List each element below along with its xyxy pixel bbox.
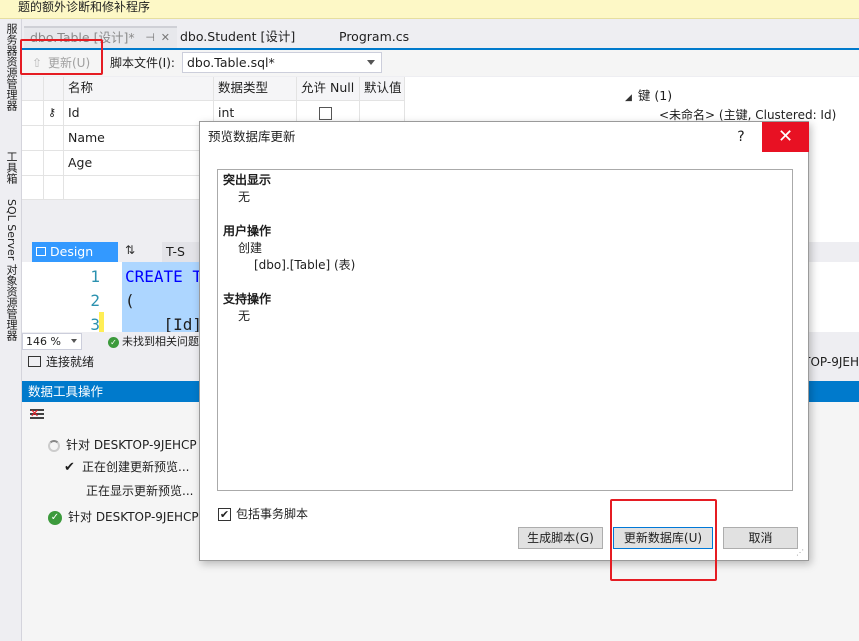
collapse-triangle-icon: ◢ <box>625 93 632 103</box>
include-transactional-label: 包括事务脚本 <box>236 507 309 521</box>
section-heading: 用户操作 <box>223 224 272 238</box>
operation-step: 正在显示更新预览... <box>86 483 193 499</box>
check-circle-icon: ✓ <box>108 336 119 348</box>
document-tab-bar: dbo.Table [设计]* ⊣ ✕ dbo.Student [设计] Pro… <box>22 26 859 48</box>
row-selector[interactable] <box>22 126 44 151</box>
section-item: [dbo].[Table] (表) <box>254 258 356 272</box>
update-preview-pane: 突出显示 无 用户操作 创建 [dbo].[Table] (表) 支持操作 无 <box>217 169 793 491</box>
server-name: TOP-9JEH <box>803 355 859 369</box>
operation-step: ✔ 正在创建更新预览... <box>64 459 189 476</box>
tab-dbo-table-design[interactable]: dbo.Table [设计]* ⊣ ✕ <box>24 26 177 48</box>
design-tab-label: Design <box>50 244 94 259</box>
left-tool-strip: 服务器资源管理器 工具箱 SQL Server 对象资源管理器 <box>0 19 22 641</box>
update-database-button[interactable]: 更新数据库(U) <box>613 527 713 549</box>
update-arrow-icon: ⇧ <box>32 56 43 70</box>
checkmark-icon: ✔ <box>64 460 75 475</box>
grid-header-marker <box>44 77 64 101</box>
operation-step-text: 正在显示更新预览... <box>86 484 194 498</box>
cell-name-empty[interactable] <box>64 176 214 200</box>
keys-header-label: 键 (1) <box>637 88 673 103</box>
sql-server-object-explorer-tab[interactable]: SQL Server 对象资源管理器 <box>2 199 20 341</box>
close-tab-icon[interactable]: ✕ <box>161 28 170 48</box>
resize-grip-icon[interactable]: ⋰ <box>796 548 806 558</box>
line-number: 2 <box>90 291 100 310</box>
issues-indicator[interactable]: ✓ 未找到相关问题 <box>108 334 199 349</box>
key-icon: ⚷ <box>44 101 64 126</box>
close-button[interactable]: ✕ <box>762 122 809 152</box>
cell-name[interactable]: Id <box>64 101 214 126</box>
pin-icon[interactable]: ⊣ <box>145 28 155 48</box>
zoom-value: 146 % <box>26 335 61 348</box>
generate-script-button[interactable]: 生成脚本(G) <box>518 527 603 549</box>
operation-item[interactable]: ✓ 针对 DESKTOP-9JEHCP <box>48 509 199 525</box>
banner-text: 题的额外诊断和修补程序 <box>18 0 151 14</box>
header-default[interactable]: 默认值 <box>360 77 405 101</box>
preview-database-update-dialog: 预览数据库更新 ? ✕ 突出显示 无 用户操作 创建 [dbo].[Table]… <box>199 121 809 561</box>
header-allow-null[interactable]: 允许 Null <box>297 77 360 101</box>
section-heading: 支持操作 <box>223 292 272 306</box>
chevron-down-icon <box>71 339 77 343</box>
row-marker <box>44 151 64 176</box>
design-icon <box>36 247 46 256</box>
tab-design[interactable]: Design <box>32 242 118 262</box>
row-selector[interactable] <box>22 176 44 200</box>
row-marker <box>44 126 64 151</box>
section-heading: 突出显示 <box>223 173 272 187</box>
check-circle-icon: ✓ <box>48 510 62 525</box>
code-line: CREATE T <box>125 267 203 286</box>
chevron-down-icon <box>367 60 375 65</box>
grid-corner <box>22 77 44 101</box>
connection-icon <box>28 356 41 367</box>
tab-label: dbo.Table [设计]* <box>30 30 135 45</box>
operation-text: 针对 DESKTOP-9JEHCP <box>66 438 197 452</box>
clear-list-icon[interactable]: ✕ <box>30 408 44 423</box>
cancel-button[interactable]: 取消 <box>723 527 798 549</box>
checkbox-check-icon: ✔ <box>218 508 231 521</box>
zoom-select[interactable]: 146 % <box>22 333 82 350</box>
section-item: 创建 <box>238 241 263 255</box>
help-icon[interactable]: ? <box>726 126 756 148</box>
tab-dbo-student-design[interactable]: dbo.Student [设计] <box>174 26 301 48</box>
connection-status: 连接就绪 <box>46 355 95 369</box>
operation-step-text: 正在创建更新预览... <box>82 460 190 474</box>
row-selector[interactable] <box>22 151 44 176</box>
script-file-select[interactable]: dbo.Table.sql* <box>182 52 382 73</box>
spinner-icon <box>48 439 60 452</box>
change-marker <box>99 312 104 332</box>
script-file-value: dbo.Table.sql* <box>187 55 275 70</box>
section-item: 无 <box>238 309 251 323</box>
issues-text: 未找到相关问题 <box>122 335 199 348</box>
designer-toolbar: ⇧ 更新(U) 脚本文件(I): dbo.Table.sql* <box>22 50 859 76</box>
update-button-label: 更新(U) <box>48 56 91 70</box>
dialog-title: 预览数据库更新 <box>208 129 296 144</box>
row-marker <box>44 176 64 200</box>
server-explorer-tab[interactable]: 服务器资源管理器 <box>2 23 20 111</box>
header-name[interactable]: 名称 <box>64 77 214 101</box>
keys-header[interactable]: ◢ 键 (1) <box>625 85 672 104</box>
cell-name[interactable]: Age <box>64 151 214 176</box>
code-line: ( <box>125 291 135 310</box>
notification-banner: 题的额外诊断和修补程序 <box>0 0 859 19</box>
operation-item[interactable]: 针对 DESKTOP-9JEHCP <box>48 437 197 453</box>
header-type[interactable]: 数据类型 <box>214 77 297 101</box>
script-file-label: 脚本文件(I): <box>110 56 175 70</box>
include-transactional-script-checkbox[interactable]: ✔ 包括事务脚本 <box>218 507 308 521</box>
update-button[interactable]: ⇧ 更新(U) <box>28 53 96 73</box>
line-number: 1 <box>90 267 100 286</box>
section-item: 无 <box>238 190 251 204</box>
tab-program-cs[interactable]: Program.cs <box>333 26 415 48</box>
row-selector[interactable] <box>22 101 44 126</box>
toolbox-tab[interactable]: 工具箱 <box>2 151 20 184</box>
operation-text: 针对 DESKTOP-9JEHCP <box>68 510 199 524</box>
allow-null-checkbox[interactable] <box>319 107 332 120</box>
cell-name[interactable]: Name <box>64 126 214 151</box>
swap-panes-icon[interactable]: ⇅ <box>125 243 135 257</box>
